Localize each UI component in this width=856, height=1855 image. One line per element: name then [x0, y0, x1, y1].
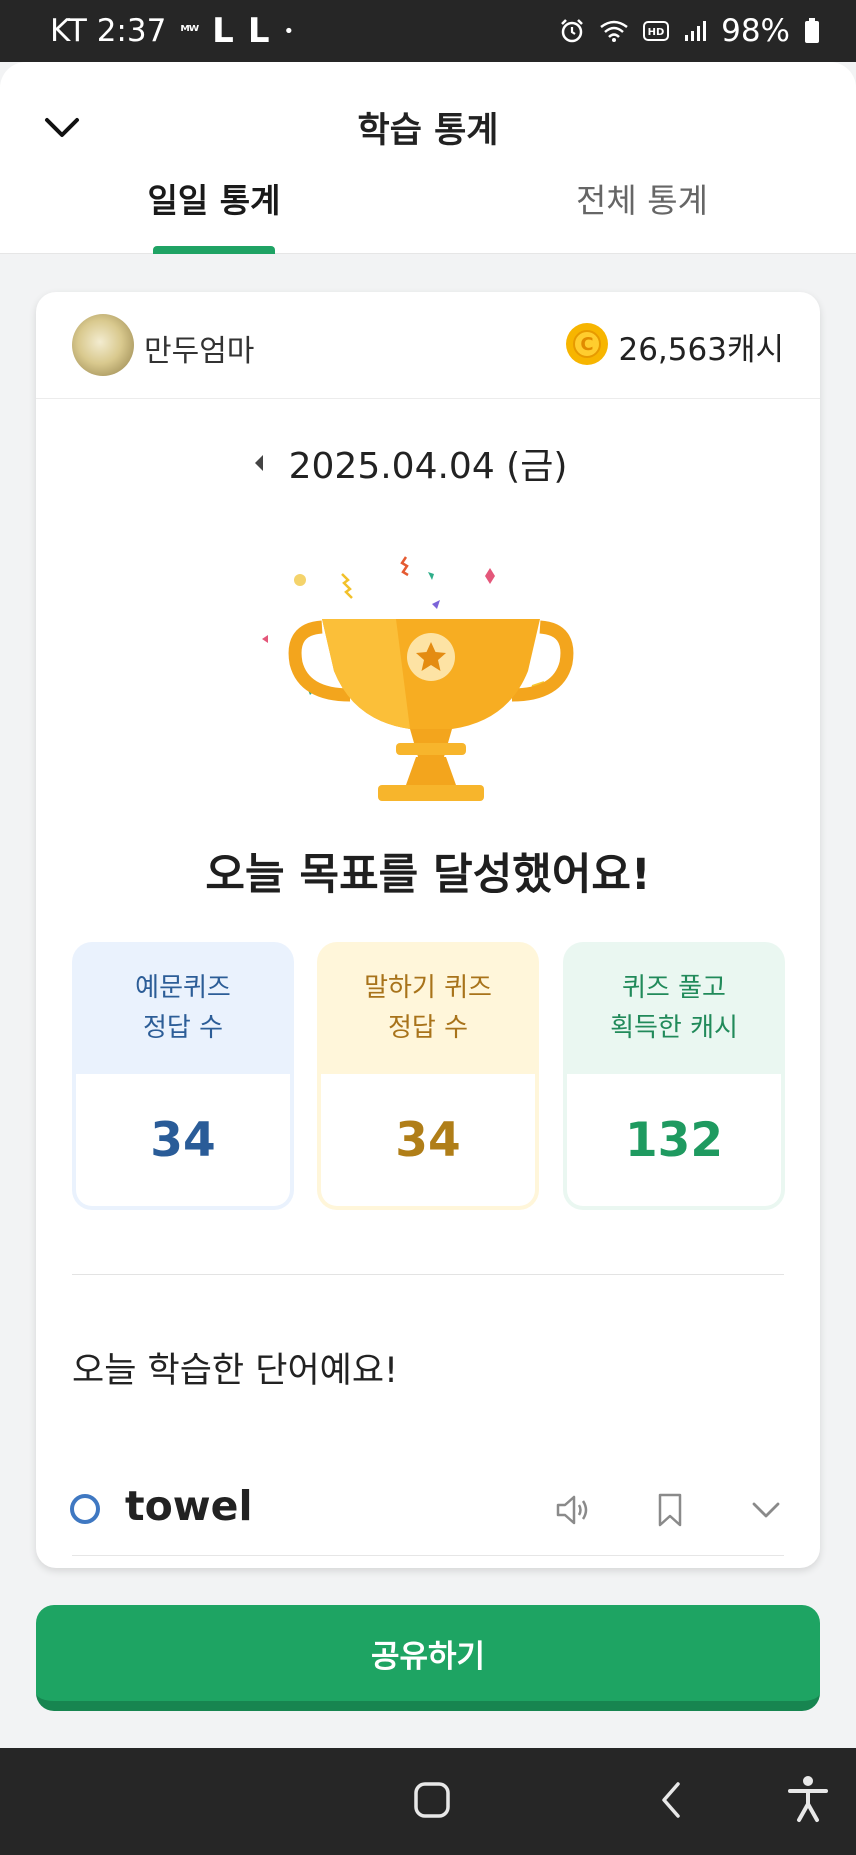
- stat-label: 예문퀴즈 정답 수: [72, 942, 294, 1074]
- coin-icon: C: [566, 323, 608, 365]
- battery-percent: 98%: [721, 13, 790, 49]
- status-left: KT 2:37 ᴹᵂ L L •: [50, 11, 294, 51]
- stat-value: 132: [567, 1074, 781, 1206]
- learned-words-heading: 오늘 학습한 단어예요!: [72, 1351, 399, 1391]
- stats-card: 만두엄마 C 26,563캐시 2025.04.04 (금) 오늘 목표를 달성…: [36, 292, 820, 1568]
- carrier-time: KT 2:37: [50, 13, 167, 49]
- speaker-icon[interactable]: [554, 1490, 594, 1530]
- chevron-down-icon[interactable]: [746, 1490, 786, 1530]
- stat-label: 퀴즈 풀고 획득한 캐시: [563, 942, 785, 1074]
- battery-icon: [805, 18, 819, 43]
- user-name: 만두엄마: [144, 334, 255, 369]
- stat-card-sentence-quiz: 예문퀴즈 정답 수 34: [72, 942, 294, 1210]
- stat-value: 34: [321, 1074, 535, 1206]
- stat-label-line: 획득한 캐시: [610, 1013, 738, 1043]
- current-date: 2025.04.04 (금): [288, 446, 568, 487]
- system-nav-bar: [0, 1748, 856, 1855]
- achievement-message: 오늘 목표를 달성했어요!: [205, 850, 651, 900]
- profile-header: 만두엄마 C 26,563캐시: [36, 292, 820, 399]
- stat-card-speaking-quiz: 말하기 퀴즈 정답 수 34: [317, 942, 539, 1210]
- stat-label-line: 정답 수: [142, 1013, 224, 1043]
- section-divider: [72, 1274, 784, 1275]
- stat-label-line: 예문퀴즈: [135, 973, 231, 1003]
- stat-label-line: 말하기 퀴즈: [364, 973, 492, 1003]
- date-selector: 2025.04.04 (금): [36, 437, 820, 489]
- status-bar: KT 2:37 ᴹᵂ L L • HD 98%: [0, 0, 856, 62]
- back-icon[interactable]: [654, 1778, 688, 1822]
- coin-symbol: C: [573, 330, 601, 358]
- stat-label: 말하기 퀴즈 정답 수: [317, 942, 539, 1074]
- trophy-icon: [262, 556, 574, 801]
- word-status-circle-icon: [70, 1494, 100, 1524]
- stat-label-line: 퀴즈 풀고: [622, 973, 726, 1003]
- notification-l-icon: L: [247, 11, 270, 51]
- stat-card-earned-cash: 퀴즈 풀고 획득한 캐시 132: [563, 942, 785, 1210]
- tab-daily-stats[interactable]: 일일 통계: [74, 174, 354, 222]
- bookmark-icon[interactable]: [650, 1490, 690, 1530]
- stat-value: 34: [76, 1074, 290, 1206]
- hd-icon: HD: [643, 21, 670, 41]
- tab-total-stats[interactable]: 전체 통계: [502, 174, 782, 222]
- avatar: [72, 314, 134, 376]
- status-right: HD 98%: [559, 13, 820, 49]
- svg-text:HD: HD: [648, 27, 665, 38]
- page-title: 학습 통계: [357, 111, 499, 151]
- header-sheet: 학습 통계 일일 통계 전체 통계: [0, 62, 856, 254]
- word-text: towel: [125, 1482, 253, 1530]
- stat-label-line: 정답 수: [387, 1013, 469, 1043]
- more-notifications-dot: •: [283, 20, 295, 42]
- wifi-icon: [600, 20, 628, 42]
- network-indicator: ᴹᵂ: [180, 22, 199, 40]
- cash-amount: 26,563캐시: [618, 332, 784, 368]
- notification-l-icon: L: [212, 11, 234, 51]
- active-tab-indicator: [153, 246, 275, 254]
- alarm-icon: [561, 19, 583, 43]
- share-button[interactable]: 공유하기: [36, 1605, 820, 1711]
- home-icon[interactable]: [412, 1778, 452, 1822]
- accessibility-icon[interactable]: [786, 1774, 830, 1824]
- signal-icon: [685, 21, 707, 41]
- previous-date-icon[interactable]: [249, 451, 269, 475]
- row-divider: [72, 1555, 784, 1556]
- word-list-item[interactable]: towel: [36, 1462, 820, 1556]
